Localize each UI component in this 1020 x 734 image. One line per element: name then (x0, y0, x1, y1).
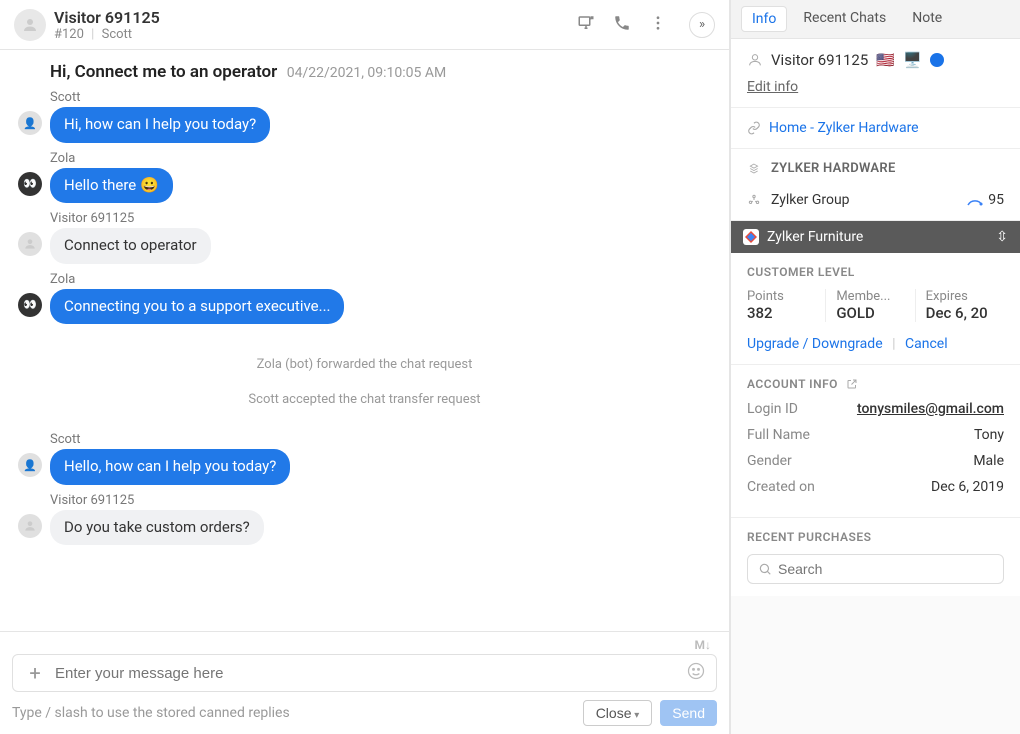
call-icon[interactable] (613, 14, 631, 36)
expires-value: Dec 6, 20 (926, 304, 994, 322)
tab-info[interactable]: Info (741, 6, 787, 32)
close-button[interactable]: Close (583, 700, 653, 726)
collapse-panel-button[interactable]: » (689, 12, 715, 38)
integration-icon (745, 231, 757, 243)
customer-level-label: CUSTOMER LEVEL (747, 265, 1004, 279)
send-button[interactable]: Send (660, 700, 717, 726)
avatar-visitor (18, 514, 42, 538)
message-bubble: Hi, how can I help you today? (50, 107, 270, 143)
upgrade-link[interactable]: Upgrade / Downgrade (747, 336, 883, 352)
message-bubble: Hello there 😀 (50, 168, 173, 204)
message-bubble: Do you take custom orders? (50, 510, 264, 546)
system-event: Scott accepted the chat transfer request (248, 392, 480, 407)
message-bubble: Connecting you to a support executive... (50, 289, 344, 325)
org-name: ZYLKER HARDWARE (771, 161, 896, 176)
chat-body[interactable]: Hi, Connect me to an operator 04/22/2021… (0, 50, 729, 631)
sidebar-tabs: Info Recent Chats Note (731, 0, 1020, 39)
points-label: Points (747, 289, 815, 304)
gender-value: Male (973, 453, 1004, 469)
external-link-icon[interactable] (846, 378, 858, 390)
screen-share-icon[interactable] (577, 14, 595, 36)
sender-label: Scott (50, 432, 711, 447)
message-bubble: Hello, how can I help you today? (50, 449, 290, 485)
chat-header: Visitor 691125 #120 | Scott » (0, 0, 729, 50)
system-event: Zola (bot) forwarded the chat request (257, 357, 473, 372)
visitor-title: Visitor 691125 (54, 8, 569, 27)
visitor-subtitle: #120 | Scott (54, 27, 569, 42)
points-value: 382 (747, 304, 815, 322)
emoji-button[interactable] (686, 661, 706, 685)
markdown-hint: M↓ (12, 638, 717, 652)
edit-info-link[interactable]: Edit info (747, 79, 798, 95)
sender-label: Zola (50, 151, 711, 166)
avatar-agent: 👤 (18, 111, 42, 135)
integration-name: Zylker Furniture (767, 229, 863, 245)
created-value: Dec 6, 2019 (931, 479, 1004, 495)
membership-value: GOLD (836, 304, 904, 322)
flag-icon: 🇺🇸 (876, 51, 895, 69)
visitor-score: 95 (988, 192, 1004, 208)
os-icon: 🖥️ (903, 51, 922, 69)
chat-topic: Hi, Connect me to an operator (50, 62, 277, 82)
sender-label: Scott (50, 90, 711, 105)
main-panel: Visitor 691125 #120 | Scott » Hi, Connec… (0, 0, 730, 734)
sender-label: Visitor 691125 (50, 211, 711, 226)
membership-label: Membe... (836, 289, 904, 304)
composer-section: M↓ + Type / slash to use the stored cann… (0, 631, 729, 734)
purchases-search-input[interactable] (778, 561, 993, 577)
avatar-bot: 👀 (18, 172, 42, 196)
fullname-label: Full Name (747, 427, 810, 443)
created-label: Created on (747, 479, 815, 495)
message-input[interactable] (55, 665, 678, 682)
attach-button[interactable]: + (23, 661, 47, 685)
more-icon[interactable] (649, 14, 667, 36)
account-info-label: ACCOUNT INFO (747, 377, 838, 391)
collapse-icon[interactable]: ⇳ (996, 229, 1008, 245)
canned-hint: Type / slash to use the stored canned re… (12, 705, 290, 721)
chat-timestamp: 04/22/2021, 09:10:05 AM (287, 65, 447, 81)
expires-label: Expires (926, 289, 994, 304)
integration-bar[interactable]: Zylker Furniture ⇳ (731, 221, 1020, 253)
tab-recent-chats[interactable]: Recent Chats (793, 6, 896, 32)
login-id-label: Login ID (747, 401, 798, 417)
avatar-agent: 👤 (18, 453, 42, 477)
gender-label: Gender (747, 453, 792, 469)
browser-icon (930, 53, 944, 67)
message-bubble: Connect to operator (50, 228, 211, 264)
current-page-link[interactable]: Home - Zylker Hardware (769, 120, 919, 136)
group-name: Zylker Group (771, 192, 850, 208)
chat-id: #120 (54, 27, 84, 42)
search-icon (758, 562, 772, 576)
recent-purchases-label: RECENT PURCHASES (747, 530, 1004, 544)
avatar-bot: 👀 (18, 293, 42, 317)
info-sidebar: Info Recent Chats Note Visitor 691125 🇺🇸… (730, 0, 1020, 734)
tab-note[interactable]: Note (902, 6, 952, 32)
sender-label: Zola (50, 272, 711, 287)
visitor-avatar (14, 9, 46, 41)
sender-label: Visitor 691125 (50, 493, 711, 508)
cancel-link[interactable]: Cancel (905, 336, 948, 352)
sidebar-visitor-name: Visitor 691125 (771, 51, 868, 69)
fullname-value: Tony (974, 427, 1004, 443)
login-id-value[interactable]: tonysmiles@gmail.com (857, 401, 1004, 417)
agent-name: Scott (102, 27, 132, 42)
gauge-icon (966, 194, 984, 206)
avatar-visitor (18, 232, 42, 256)
